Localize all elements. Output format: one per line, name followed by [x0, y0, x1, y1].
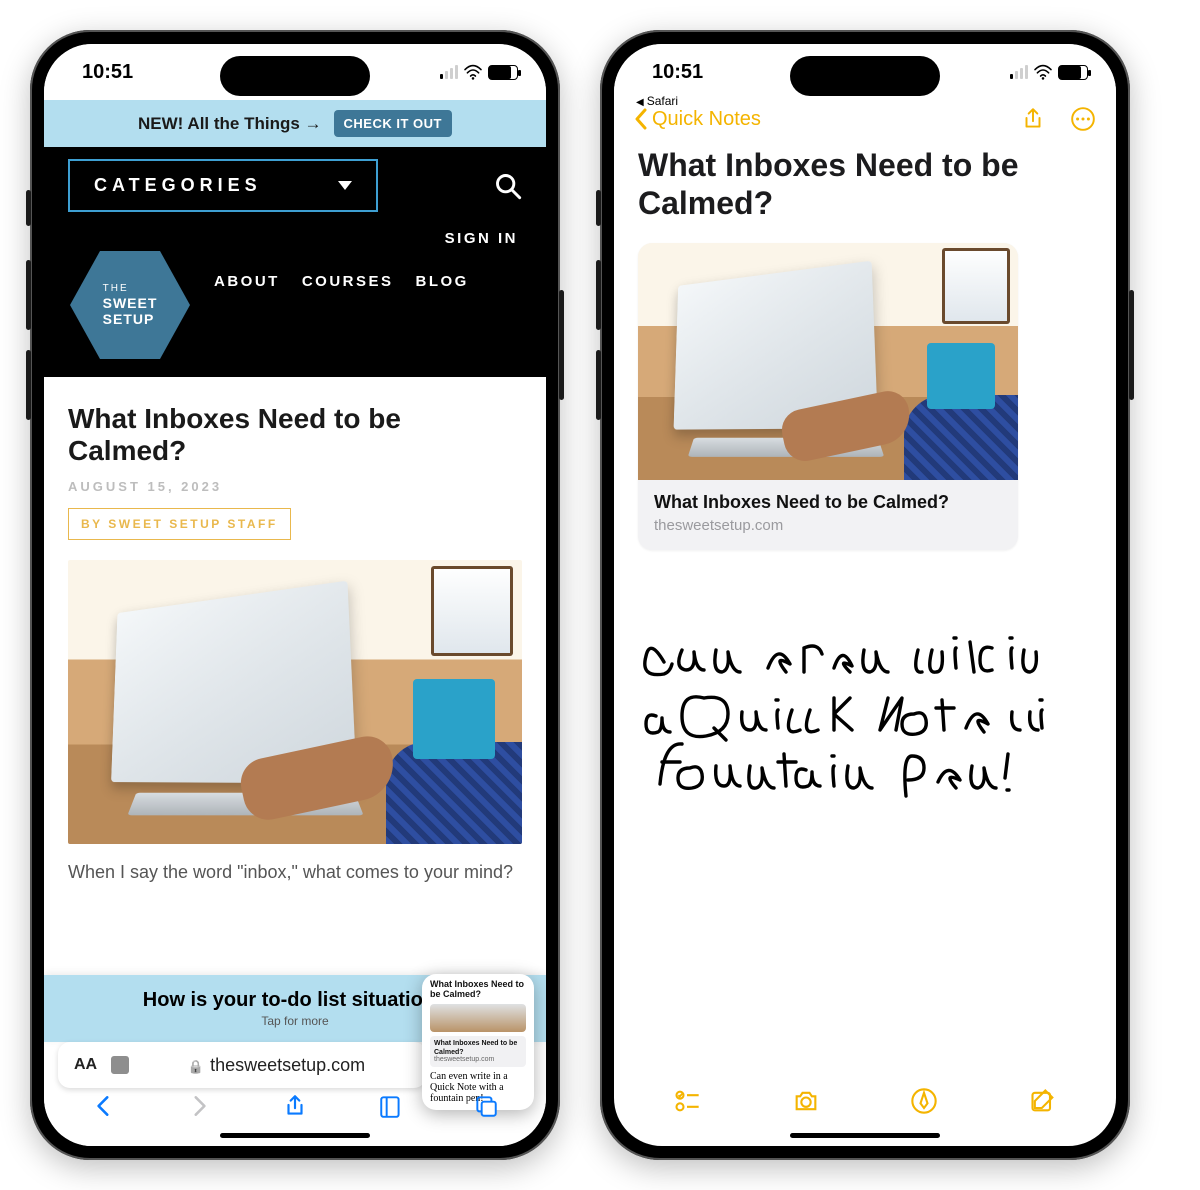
chevron-down-icon [338, 181, 352, 190]
chevron-left-icon [634, 108, 648, 130]
phone-left: 10:51 NEW! All the Things → CHECK IT OUT… [30, 30, 560, 1160]
notes-toolbar [614, 1076, 1116, 1126]
nav-courses[interactable]: COURSES [302, 273, 394, 290]
promo-title: How is your to-do list situation? [143, 989, 447, 1011]
battery-icon [1058, 65, 1088, 80]
lock-icon [188, 1055, 204, 1076]
promo-banner[interactable]: NEW! All the Things → CHECK IT OUT [44, 100, 546, 147]
markup-icon[interactable] [910, 1087, 938, 1115]
nav-about[interactable]: ABOUT [214, 273, 280, 290]
article-body-preview: When I say the word "inbox," what comes … [68, 862, 522, 883]
share-icon[interactable] [1020, 106, 1046, 132]
status-time: 10:51 [82, 61, 133, 84]
more-icon[interactable] [1070, 106, 1096, 132]
dynamic-island [790, 56, 940, 96]
site-navbar: CATEGORIES [44, 147, 546, 224]
forward-icon [186, 1093, 212, 1119]
link-preview-image [638, 243, 1018, 481]
categories-dropdown[interactable]: CATEGORIES [68, 159, 378, 212]
site-logo[interactable]: THE SWEET SETUP [70, 245, 190, 365]
home-indicator[interactable] [790, 1133, 940, 1138]
article-title: What Inboxes Need to be Calmed? [68, 403, 522, 467]
cellular-icon [440, 65, 458, 79]
back-icon[interactable] [91, 1093, 117, 1119]
compose-icon[interactable] [1029, 1087, 1057, 1115]
safari-address-bar[interactable]: AA thesweetsetup.com [58, 1042, 426, 1088]
article-hero-image [68, 560, 522, 844]
nav-blog[interactable]: BLOG [416, 273, 469, 290]
checklist-icon[interactable] [673, 1087, 701, 1115]
share-icon[interactable] [282, 1093, 308, 1119]
handwritten-text [638, 610, 1058, 810]
article-byline[interactable]: BY SWEET SETUP STAFF [68, 508, 291, 540]
battery-icon [488, 65, 518, 80]
dynamic-island [220, 56, 370, 96]
return-to-app[interactable]: Safari [636, 94, 678, 108]
pip-thumbnail [430, 1004, 526, 1032]
banner-cta-button[interactable]: CHECK IT OUT [334, 110, 452, 137]
link-preview-domain: thesweetsetup.com [654, 517, 1002, 534]
text-size-icon[interactable]: AA [74, 1056, 97, 1074]
wifi-icon [463, 64, 483, 80]
extensions-icon[interactable] [111, 1056, 129, 1074]
wifi-icon [1033, 64, 1053, 80]
cellular-icon [1010, 65, 1028, 79]
bookmarks-icon[interactable] [378, 1093, 404, 1119]
site-subnav: THE SWEET SETUP ABOUT COURSES BLOG [44, 261, 546, 377]
address-domain: thesweetsetup.com [210, 1055, 365, 1076]
link-preview-title: What Inboxes Need to be Calmed? [654, 492, 949, 512]
status-time: 10:51 [652, 61, 703, 84]
back-button[interactable]: Quick Notes [634, 108, 761, 131]
link-preview-card[interactable]: What Inboxes Need to be Calmed? thesweet… [638, 243, 1018, 551]
safari-toolbar [44, 1084, 546, 1128]
note-title: What Inboxes Need to be Calmed? [638, 146, 1092, 223]
search-icon[interactable] [494, 172, 522, 200]
note-body[interactable]: What Inboxes Need to be Calmed? What Inb… [614, 142, 1116, 1146]
tabs-icon[interactable] [473, 1093, 499, 1119]
categories-label: CATEGORIES [94, 175, 262, 196]
camera-icon[interactable] [792, 1087, 820, 1115]
home-indicator[interactable] [220, 1133, 370, 1138]
notes-header: Quick Notes [614, 100, 1116, 142]
back-label: Quick Notes [652, 108, 761, 131]
article-date: AUGUST 15, 2023 [68, 479, 522, 494]
banner-text: NEW! All the Things → [138, 114, 322, 134]
phone-right: 10:51 Safari Quick Notes What Inboxes Ne… [600, 30, 1130, 1160]
